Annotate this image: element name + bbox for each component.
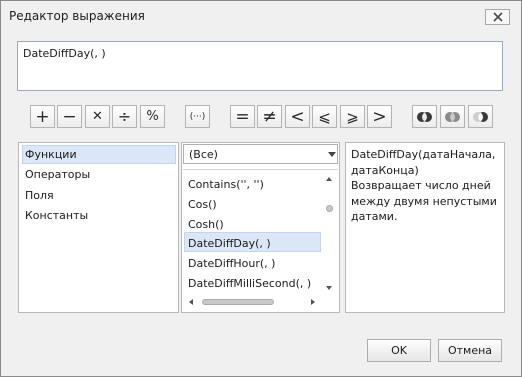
title-bar: Редактор выражения (1, 1, 521, 33)
function-item[interactable]: Contains('', '') (188, 178, 264, 191)
less-or-equal-button[interactable]: ⩽ (312, 105, 337, 128)
not-icon (473, 111, 488, 122)
or-icon (445, 111, 460, 122)
category-item-constants[interactable]: Константы (25, 209, 88, 222)
horizontal-scrollbar[interactable] (185, 294, 321, 308)
close-icon (493, 12, 503, 22)
function-filter-value: (Все) (189, 148, 218, 161)
percent-button[interactable]: % (140, 105, 165, 128)
plus-button[interactable]: + (30, 105, 55, 128)
scroll-right-icon (311, 299, 315, 305)
ok-button[interactable]: OK (367, 339, 431, 362)
chevron-down-icon (328, 152, 336, 157)
and-icon (417, 111, 432, 122)
cancel-button[interactable]: Отмена (438, 339, 502, 362)
expression-input[interactable]: DateDiffDay(, ) (17, 41, 503, 91)
expression-editor-window: Редактор выражения DateDiffDay(, ) + − ✕… (0, 0, 522, 377)
close-button[interactable] (485, 9, 510, 25)
scroll-down-icon (326, 286, 332, 290)
parentheses-icon: (···) (189, 111, 206, 122)
divide-icon: ÷ (117, 107, 132, 126)
multiply-button[interactable]: ✕ (85, 105, 110, 128)
function-filter-dropdown[interactable]: (Все) (183, 144, 338, 164)
divider (183, 169, 338, 170)
description-panel: DateDiffDay(датаНачала, датаКонца) Возвр… (345, 142, 505, 313)
category-item-functions[interactable]: Функции (25, 148, 77, 161)
ok-button-label: OK (391, 344, 407, 357)
function-description: DateDiffDay(датаНачала, датаКонца) Возвр… (351, 148, 497, 223)
equals-icon: = (235, 106, 250, 127)
less-or-equal-icon: ⩽ (318, 107, 331, 126)
and-button[interactable] (412, 105, 437, 128)
window-title: Редактор выражения (9, 9, 145, 23)
or-button[interactable] (440, 105, 465, 128)
minus-button[interactable]: − (57, 105, 82, 128)
function-item[interactable]: Cosh() (188, 218, 224, 231)
not-button[interactable] (468, 105, 493, 128)
parentheses-button[interactable]: (···) (185, 105, 210, 128)
percent-icon: % (146, 109, 159, 124)
function-item[interactable]: DateDiffHour(, ) (188, 257, 275, 270)
less-than-button[interactable]: < (285, 105, 310, 128)
category-list: Функции Операторы Поля Константы (18, 142, 179, 313)
function-item[interactable]: Cos() (188, 198, 217, 211)
not-equals-icon: ≠ (262, 106, 277, 127)
vertical-scrollbar[interactable] (323, 174, 335, 293)
plus-icon: + (35, 106, 50, 127)
expression-text: DateDiffDay(, ) (23, 47, 106, 60)
scroll-left-icon (189, 299, 193, 305)
divide-button[interactable]: ÷ (112, 105, 137, 128)
minus-icon: − (62, 106, 77, 127)
not-equals-button[interactable]: ≠ (257, 105, 282, 128)
cancel-button-label: Отмена (447, 344, 493, 357)
greater-or-equal-icon: ⩾ (346, 107, 359, 126)
category-item-operators[interactable]: Операторы (25, 168, 90, 181)
greater-or-equal-button[interactable]: ⩾ (340, 105, 365, 128)
horizontal-scroll-thumb[interactable] (202, 299, 274, 305)
greater-than-icon: > (372, 106, 387, 127)
less-than-icon: < (290, 106, 305, 127)
scroll-up-icon (326, 177, 332, 181)
function-item-selected[interactable]: DateDiffDay(, ) (188, 237, 271, 250)
scroll-thumb[interactable] (326, 205, 333, 212)
equals-button[interactable]: = (230, 105, 255, 128)
category-item-fields[interactable]: Поля (25, 189, 54, 202)
greater-than-button[interactable]: > (367, 105, 392, 128)
function-item[interactable]: DateDiffMilliSecond(, ) (188, 277, 311, 290)
multiply-icon: ✕ (92, 109, 103, 124)
